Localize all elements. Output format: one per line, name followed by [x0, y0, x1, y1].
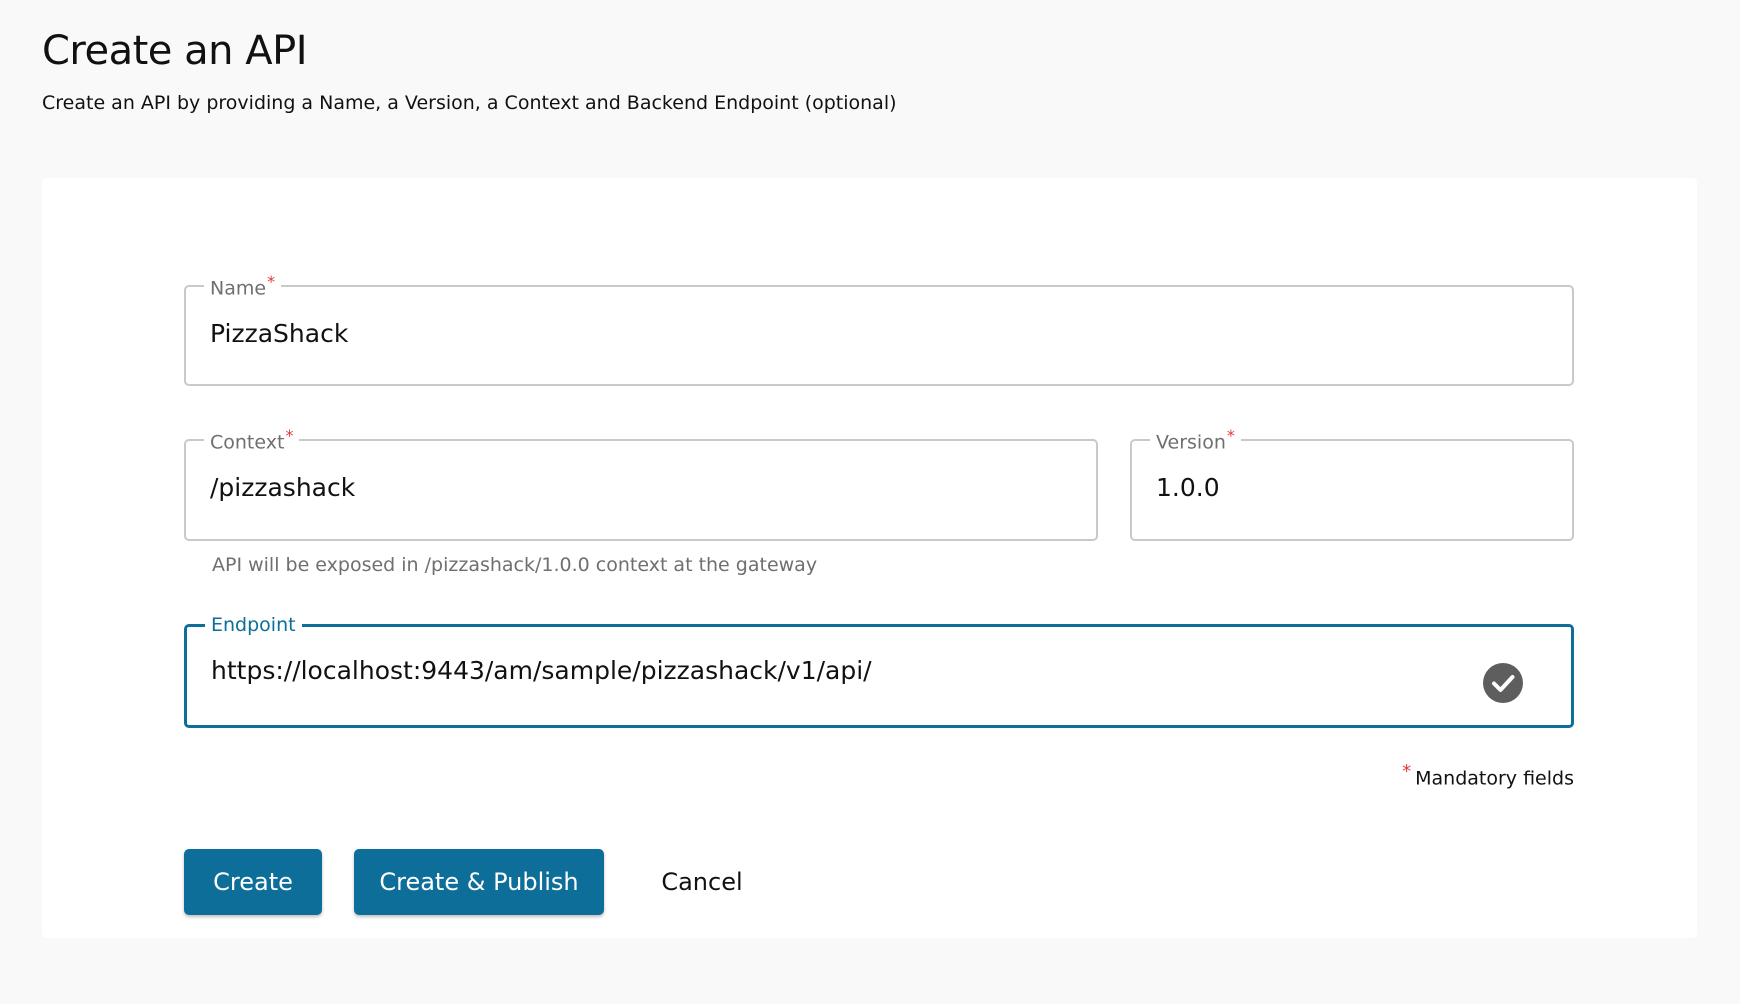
required-asterisk: * [1227, 426, 1235, 445]
create-api-form-card: Name* Context* Version* API will be expo… [42, 178, 1697, 938]
version-input[interactable] [1156, 470, 1548, 504]
endpoint-field-label: Endpoint [205, 616, 302, 635]
version-field: Version* [1130, 428, 1574, 541]
cancel-button[interactable]: Cancel [642, 849, 762, 915]
name-label-text: Name [210, 277, 266, 299]
endpoint-label-text: Endpoint [211, 614, 296, 636]
endpoint-input[interactable] [211, 653, 1411, 687]
context-field-label: Context* [204, 428, 299, 452]
context-helper-text: API will be exposed in /pizzashack/1.0.0… [212, 554, 817, 576]
endpoint-field: Endpoint [184, 616, 1574, 728]
context-field: Context* [184, 428, 1098, 541]
page-subtitle: Create an API by providing a Name, a Ver… [42, 92, 897, 114]
create-button[interactable]: Create [184, 849, 322, 915]
version-field-label: Version* [1150, 428, 1241, 452]
required-asterisk: * [1402, 761, 1411, 782]
name-field-label: Name* [204, 274, 281, 298]
context-input[interactable] [210, 470, 1072, 504]
context-label-text: Context [210, 431, 284, 453]
name-field: Name* [184, 274, 1574, 386]
mandatory-fields-text: Mandatory fields [1415, 767, 1574, 789]
mandatory-fields-note: *Mandatory fields [1402, 761, 1574, 789]
create-api-page: Create an API Create an API by providing… [0, 0, 1740, 1004]
check-mark-icon [1483, 663, 1523, 703]
name-input[interactable] [210, 316, 1548, 350]
page-title: Create an API [42, 28, 307, 74]
check-circle-icon [1483, 663, 1523, 703]
version-label-text: Version [1156, 431, 1226, 453]
required-asterisk: * [285, 426, 293, 445]
create-and-publish-button[interactable]: Create & Publish [354, 849, 604, 915]
required-asterisk: * [267, 272, 275, 291]
